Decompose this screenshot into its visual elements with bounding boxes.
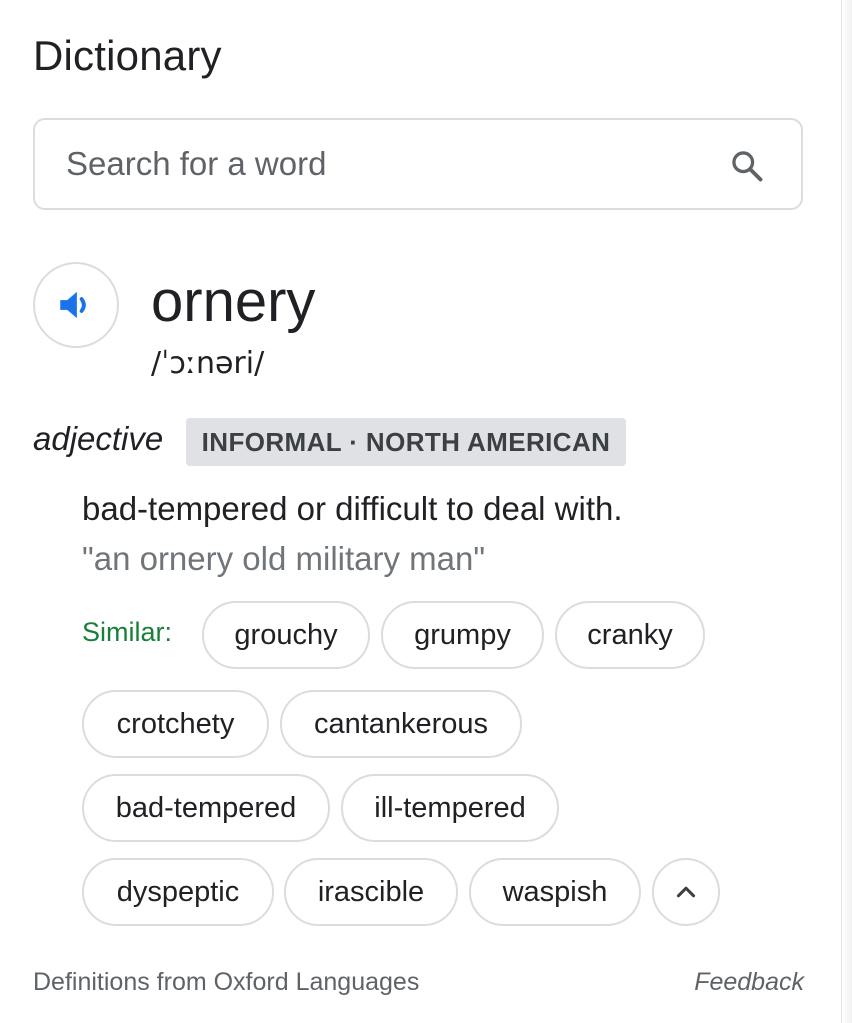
similar-chip-bad-tempered[interactable]: bad-tempered xyxy=(82,774,330,842)
feedback-link[interactable]: Feedback xyxy=(694,968,804,997)
chevron-up-icon xyxy=(676,886,696,898)
similar-chip-crotchety[interactable]: crotchety xyxy=(82,690,269,758)
part-of-speech: adjective xyxy=(33,420,164,457)
similar-chip-grumpy[interactable]: grumpy xyxy=(381,601,544,669)
similar-chip-cantankerous[interactable]: cantankerous xyxy=(280,690,522,758)
search-icon[interactable] xyxy=(729,148,765,184)
example-sentence: "an ornery old military man" xyxy=(82,540,486,577)
definition-text: bad-tempered or difficult to deal with. xyxy=(82,490,623,527)
page-title: Dictionary xyxy=(33,32,222,79)
phonetic-transcription: /ˈɔːnəri/ xyxy=(151,346,265,381)
pronunciation-audio-button[interactable] xyxy=(33,262,119,348)
similar-chip-dyspeptic[interactable]: dyspeptic xyxy=(82,858,274,926)
headword: ornery xyxy=(151,269,316,334)
source-attribution: Definitions from Oxford Languages xyxy=(33,968,420,996)
search-input[interactable] xyxy=(66,134,706,194)
similar-chip-cranky[interactable]: cranky xyxy=(555,601,705,669)
card-edge xyxy=(841,0,852,1023)
similar-chip-grouchy[interactable]: grouchy xyxy=(202,601,370,669)
speaker-icon xyxy=(60,291,86,319)
usage-label: INFORMAL · NORTH AMERICAN xyxy=(186,418,626,466)
similar-chip-waspish[interactable]: waspish xyxy=(469,858,641,926)
similar-label: Similar: xyxy=(82,617,173,647)
search-box[interactable] xyxy=(33,118,803,210)
collapse-similar-button[interactable] xyxy=(652,858,720,926)
similar-chip-irascible[interactable]: irascible xyxy=(284,858,458,926)
similar-chip-ill-tempered[interactable]: ill-tempered xyxy=(341,774,559,842)
